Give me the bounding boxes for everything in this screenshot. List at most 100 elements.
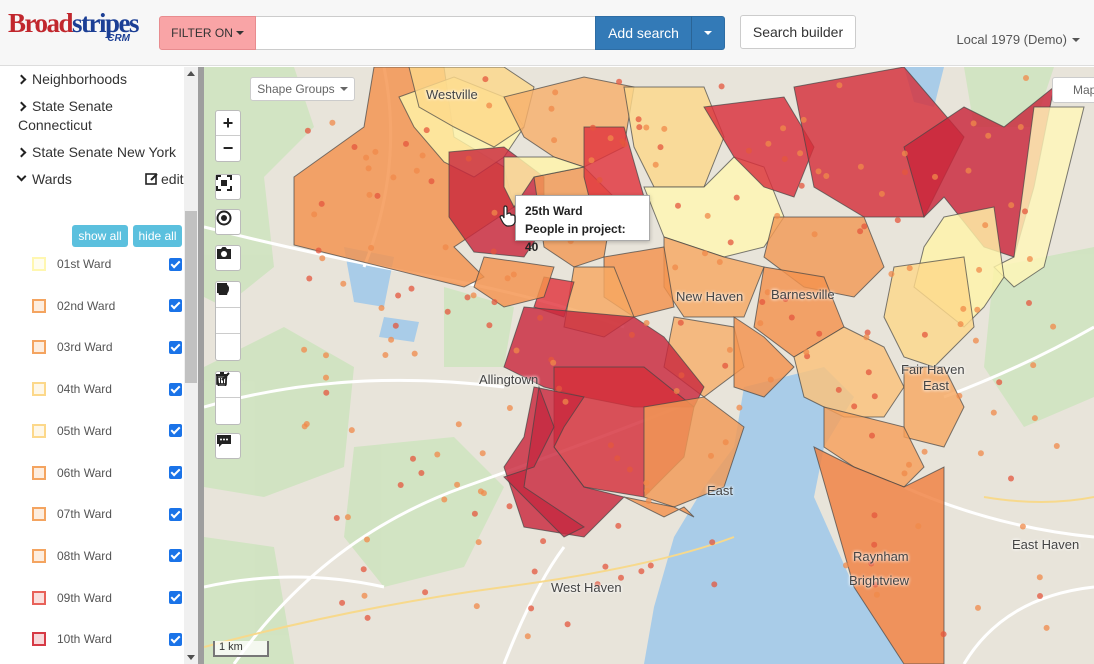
member-dot xyxy=(364,614,371,621)
member-dot xyxy=(718,83,725,90)
member-dot xyxy=(956,392,963,399)
ward-tooltip: 25th Ward People in project: 40 xyxy=(515,195,650,254)
hide-all-button[interactable]: hide all xyxy=(133,225,182,247)
member-dot xyxy=(470,292,477,299)
member-dot xyxy=(422,589,429,596)
member-dot xyxy=(657,144,664,151)
hand-cursor-icon xyxy=(499,205,516,227)
category-state-senate-connecticut[interactable]: State Senate Connecticut xyxy=(16,97,138,135)
search-builder-button[interactable]: Search builder xyxy=(740,15,856,49)
add-search-button[interactable]: Add search xyxy=(595,16,692,50)
ward-visibility-checkbox[interactable] xyxy=(169,507,182,521)
ward-visibility-checkbox[interactable] xyxy=(169,549,182,563)
member-dot xyxy=(531,568,538,575)
filter-on-label: FILTER ON xyxy=(171,26,233,40)
zoom-in-button[interactable]: + xyxy=(216,111,240,136)
member-dot xyxy=(940,631,947,638)
scroll-down-icon[interactable] xyxy=(187,655,195,660)
ward-row[interactable]: 05th Ward xyxy=(32,421,182,441)
member-dot xyxy=(365,165,372,172)
member-dot xyxy=(638,568,645,575)
member-dot xyxy=(902,169,908,176)
account-dropdown[interactable]: Local 1979 (Demo) xyxy=(956,32,1080,47)
ward-visibility-checkbox[interactable] xyxy=(169,257,182,271)
member-dot xyxy=(363,154,370,161)
member-dot xyxy=(972,337,979,344)
member-dot xyxy=(965,167,972,174)
draw-rectangle-button[interactable] xyxy=(216,283,240,334)
member-dot xyxy=(774,212,781,219)
show-all-button[interactable]: show all xyxy=(72,225,128,247)
member-dot xyxy=(736,404,743,411)
ward-row[interactable]: 10th Ward xyxy=(32,629,182,649)
comments-button[interactable] xyxy=(215,433,241,459)
hide-all-label: hide all xyxy=(138,229,177,243)
ward-visibility-checkbox[interactable] xyxy=(169,382,182,396)
ward-row[interactable]: 09th Ward xyxy=(32,588,182,608)
broadstripes-logo[interactable]: Broadstripes CRM xyxy=(8,10,140,50)
member-dot xyxy=(643,320,650,326)
locate-button[interactable] xyxy=(215,209,241,235)
ward-visibility-checkbox[interactable] xyxy=(169,340,182,354)
category-state-senate-new-york[interactable]: State Senate New York xyxy=(16,143,176,162)
ward-row[interactable]: 06th Ward xyxy=(32,463,182,483)
screenshot-button[interactable] xyxy=(215,245,241,271)
fit-bounds-button[interactable] xyxy=(215,174,241,200)
shape-groups-dropdown[interactable]: Shape Groups xyxy=(250,77,355,101)
member-dot xyxy=(678,372,685,379)
place-label: West Haven xyxy=(551,580,622,595)
draw-circle-button[interactable] xyxy=(216,283,240,360)
ward-visibility-checkbox[interactable] xyxy=(169,632,182,646)
member-dot xyxy=(815,168,822,175)
scroll-up-icon[interactable] xyxy=(187,71,195,76)
account-label: Local 1979 (Demo) xyxy=(956,32,1067,47)
member-dot xyxy=(797,150,804,157)
ward-visibility-checkbox[interactable] xyxy=(169,591,182,605)
member-dot xyxy=(368,244,375,251)
ward-visibility-checkbox[interactable] xyxy=(169,466,182,479)
caret-down-icon xyxy=(1072,37,1080,42)
category-label: State Senate Connecticut xyxy=(18,98,113,133)
member-dot xyxy=(360,566,367,573)
ward-row[interactable]: 01st Ward xyxy=(32,254,182,274)
member-dot xyxy=(588,157,595,164)
caret-down-icon xyxy=(235,31,244,35)
delete-shapes-button[interactable] xyxy=(216,372,240,424)
ward-color-swatch xyxy=(32,465,46,480)
edit-wards-link[interactable]: edit xyxy=(145,171,184,187)
filter-on-button[interactable]: FILTER ON xyxy=(159,16,256,50)
scrollbar-thumb[interactable] xyxy=(185,211,197,383)
member-dot xyxy=(454,481,461,488)
ward-row[interactable]: 08th Ward xyxy=(32,546,182,566)
ward-visibility-checkbox[interactable] xyxy=(169,424,182,438)
ward-color-swatch xyxy=(32,632,46,647)
member-dot xyxy=(444,308,451,315)
search-input[interactable] xyxy=(256,16,596,50)
ward-row[interactable]: 02nd Ward xyxy=(32,296,182,316)
member-dot xyxy=(865,369,872,376)
ward-row[interactable]: 04th Ward xyxy=(32,379,182,399)
member-dot xyxy=(661,125,668,132)
place-label: Westville xyxy=(426,87,478,102)
member-dot xyxy=(540,538,547,545)
member-dot xyxy=(976,266,983,273)
map-type-button[interactable]: Map xyxy=(1052,77,1094,103)
member-dot xyxy=(301,346,308,353)
category-neighborhoods[interactable]: Neighborhoods xyxy=(16,70,127,89)
category-wards[interactable]: Wards xyxy=(16,170,72,189)
ward-label: 08th Ward xyxy=(57,548,112,563)
add-search-dropdown-toggle[interactable] xyxy=(691,16,725,50)
sidebar-scrollbar[interactable] xyxy=(184,67,198,664)
ward-color-swatch xyxy=(32,257,46,271)
member-dot xyxy=(673,388,680,394)
chevron-right-icon xyxy=(16,147,27,158)
member-dot xyxy=(323,374,329,381)
member-dot xyxy=(977,450,984,457)
ward-visibility-checkbox[interactable] xyxy=(169,299,182,313)
member-dot xyxy=(411,350,418,357)
ward-map[interactable]: Westville New Haven Barnesville Allingto… xyxy=(204,67,1094,664)
zoom-out-button[interactable]: − xyxy=(216,136,240,161)
member-dot xyxy=(906,461,912,468)
ward-row[interactable]: 07th Ward xyxy=(32,504,182,524)
ward-row[interactable]: 03rd Ward xyxy=(32,337,182,357)
